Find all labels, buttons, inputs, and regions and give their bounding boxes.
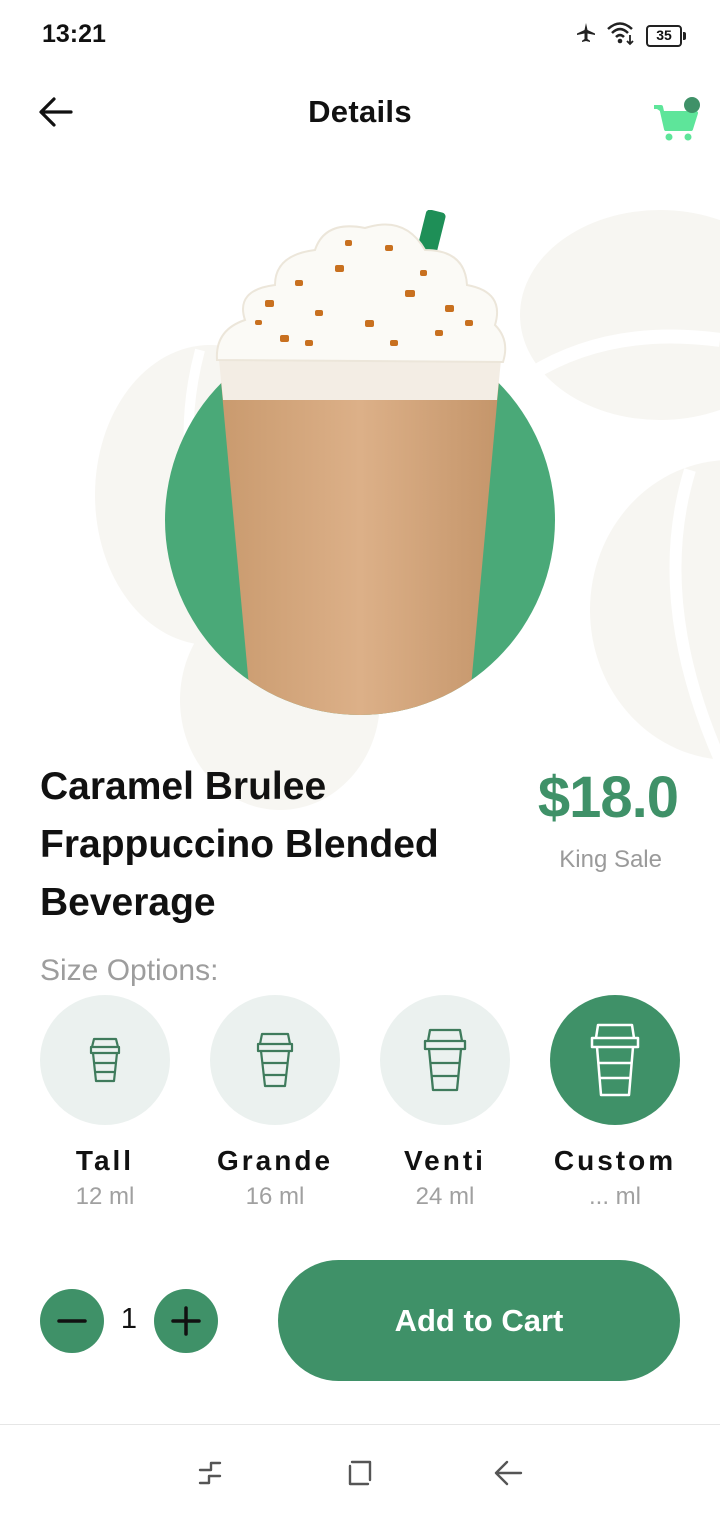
size-option-custom[interactable]: Custom ... ml [530, 995, 700, 1225]
minus-icon [57, 1319, 87, 1323]
plus-icon [171, 1306, 201, 1336]
size-name: Grande [216, 1145, 334, 1176]
add-to-cart-button[interactable]: Add to Cart [278, 1260, 680, 1381]
app-bar: Details [0, 80, 720, 144]
cup-icon [423, 1028, 467, 1092]
home-icon [348, 1460, 372, 1486]
size-circle [550, 995, 680, 1125]
shopping-cart-icon [654, 97, 700, 141]
size-options-heading: Size Options: [40, 954, 219, 987]
size-circle [210, 995, 340, 1125]
size-volume: 24 ml [415, 1183, 475, 1210]
product-price: $18.0 [537, 765, 679, 830]
frappuccino-image [215, 210, 507, 715]
recent-apps-button[interactable] [190, 1455, 230, 1491]
coffee-bean-decoration-icon [590, 460, 720, 763]
increment-button[interactable] [154, 1289, 218, 1353]
size-name: Venti [404, 1145, 486, 1176]
size-name: Tall [75, 1145, 135, 1176]
recent-apps-icon [198, 1461, 222, 1485]
size-circle [380, 995, 510, 1125]
quantity-value: 1 [120, 1303, 138, 1335]
size-option-tall[interactable]: Tall 12 ml [20, 995, 190, 1225]
status-bar: 13:21 35 [0, 0, 720, 70]
wifi-icon [606, 20, 638, 51]
status-time: 13:21 [42, 20, 106, 48]
sale-label: King Sale [559, 846, 662, 873]
system-nav-bar [0, 1424, 720, 1520]
size-volume: ... ml [589, 1183, 641, 1210]
size-option-venti[interactable]: Venti 24 ml [360, 995, 530, 1225]
back-arrow-icon [494, 1460, 523, 1486]
product-name: Caramel Brulee Frappuccino Blended Bever… [40, 765, 439, 924]
cup-icon [89, 1037, 121, 1083]
cup-icon [590, 1023, 640, 1097]
product-hero [0, 200, 720, 810]
size-name: Custom [553, 1145, 677, 1176]
airplane-icon [574, 21, 598, 50]
status-icons: 35 [574, 20, 686, 51]
size-volume: 16 ml [245, 1183, 305, 1210]
size-option-grande[interactable]: Grande 16 ml [190, 995, 360, 1225]
battery-icon: 35 [646, 24, 686, 47]
size-circle [40, 995, 170, 1125]
cup-icon [256, 1032, 294, 1088]
decrement-button[interactable] [40, 1289, 104, 1353]
cart-button[interactable] [652, 96, 702, 146]
home-button[interactable] [340, 1455, 380, 1491]
size-volume: 12 ml [75, 1183, 135, 1210]
system-back-button[interactable] [488, 1455, 528, 1491]
page-title: Details [308, 94, 412, 129]
